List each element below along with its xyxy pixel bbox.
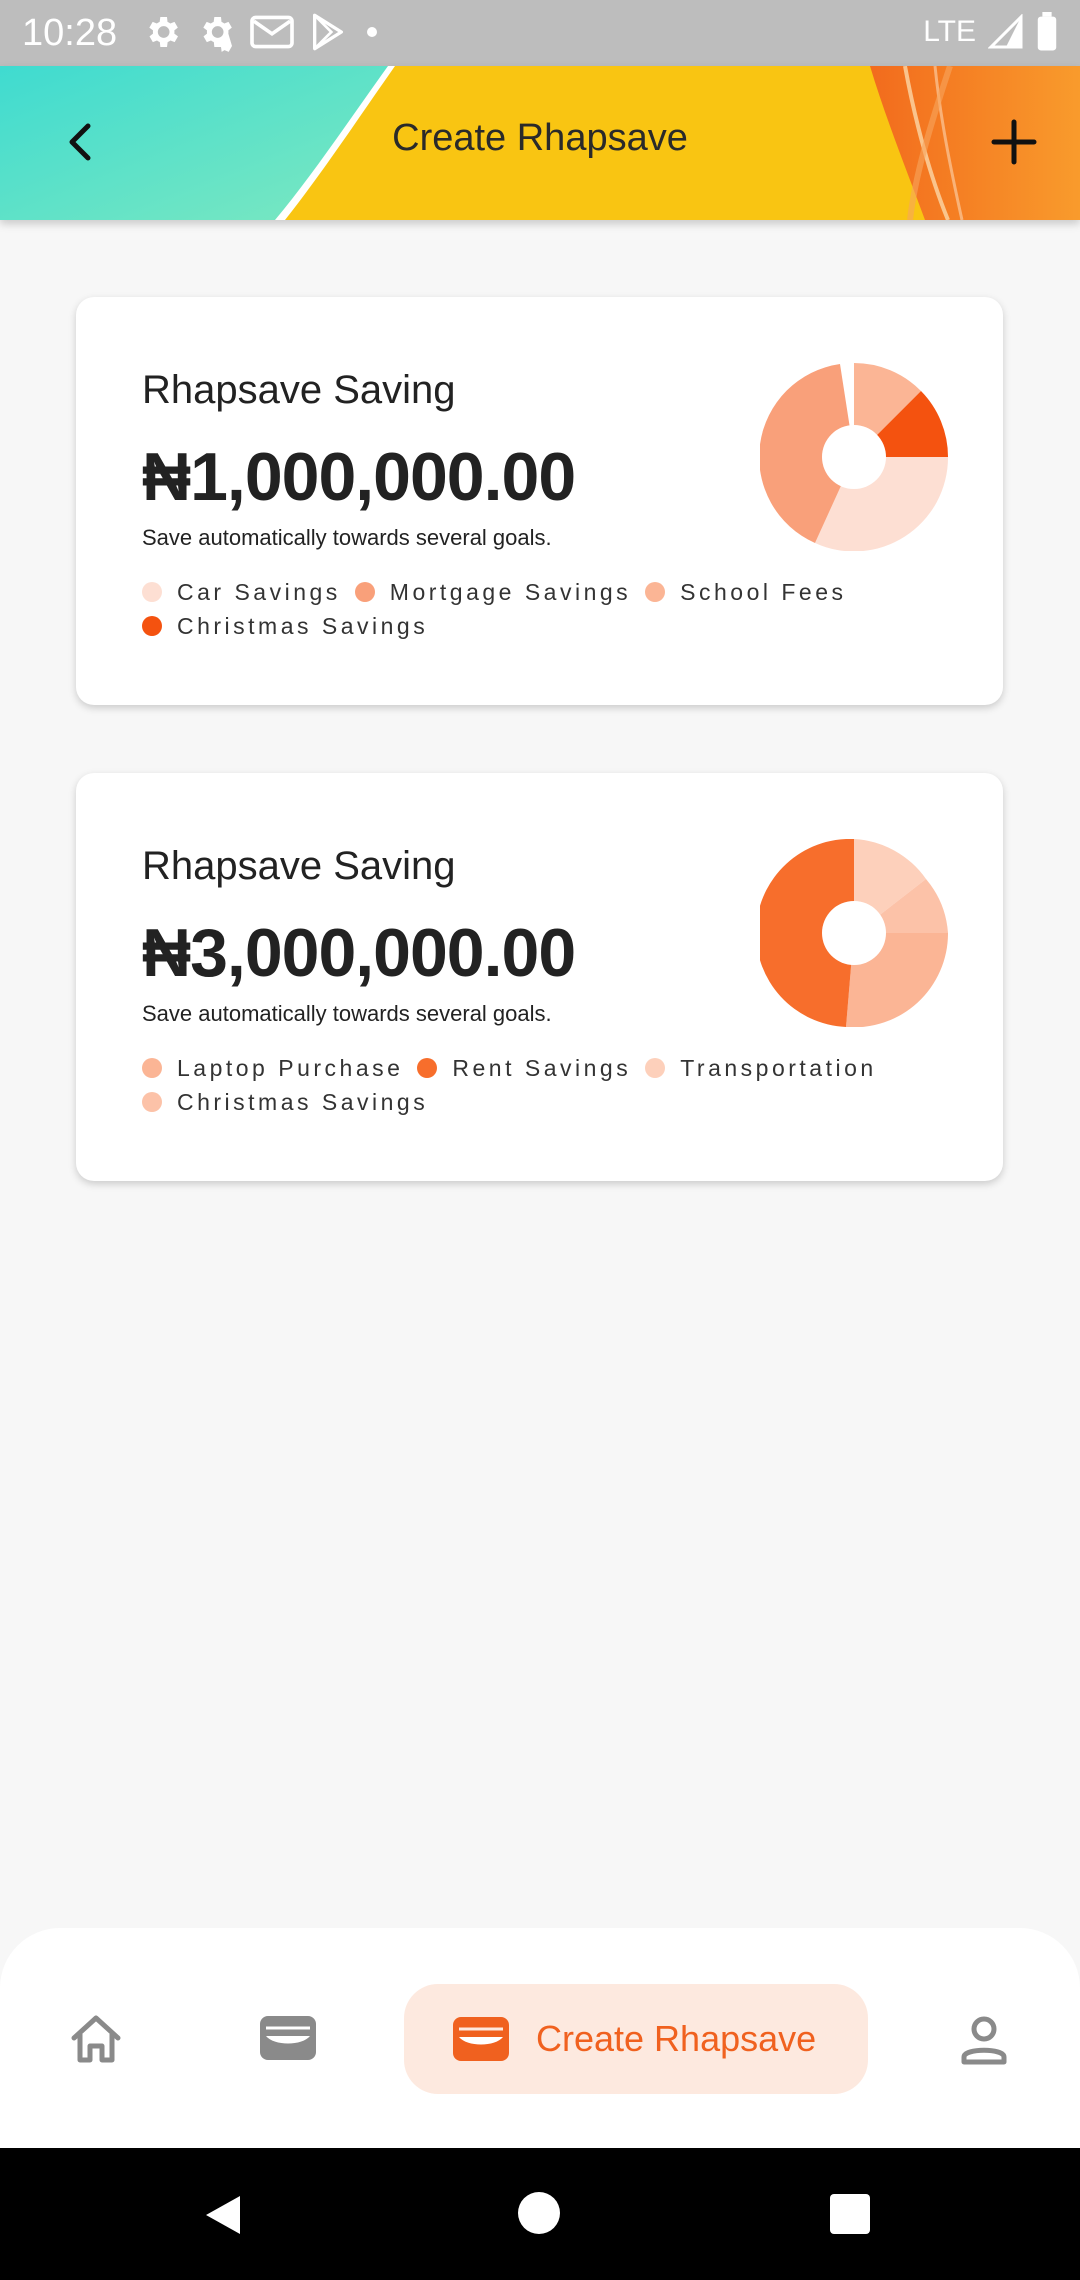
card-title: Rhapsave Saving	[142, 368, 456, 412]
wallet-icon	[453, 2017, 509, 2061]
legend-label: Christmas Savings	[177, 1088, 429, 1115]
savings-card[interactable]: Rhapsave Saving ₦1,000,000.00 Save autom…	[76, 297, 1003, 705]
savings-card[interactable]: Rhapsave Saving ₦3,000,000.00 Save autom…	[76, 773, 1003, 1181]
system-status: LTE	[923, 12, 1058, 52]
home-icon[interactable]	[68, 2010, 124, 2066]
legend-dot	[645, 1058, 666, 1078]
legend-label: Laptop Purchase	[177, 1054, 404, 1081]
signal-icon	[988, 14, 1023, 49]
network-type: LTE	[923, 15, 976, 48]
settings-icon	[149, 17, 178, 47]
add-plus-icon[interactable]	[978, 106, 1050, 178]
app-header: Create Rhapsave	[0, 66, 1080, 220]
wallet-icon[interactable]	[258, 2012, 318, 2064]
savings-donut-chart	[760, 363, 948, 551]
gmail-icon	[250, 15, 294, 49]
page-title: Create Rhapsave	[392, 117, 688, 159]
legend-dot	[142, 616, 162, 636]
legend-label: School Fees	[680, 578, 847, 605]
card-amount: ₦1,000,000.00	[142, 439, 576, 515]
system-recents-icon[interactable]	[830, 2194, 870, 2234]
legend-item: School Fees	[645, 579, 846, 606]
card-description: Save automatically towards several goals…	[142, 1001, 552, 1026]
nav-create-rhapsave[interactable]: Create Rhapsave	[404, 1984, 868, 2094]
savings-donut-chart	[760, 839, 948, 1027]
status-bar: 10:28 LTE	[0, 0, 1080, 66]
bottom-navigation: Create Rhapsave	[0, 1928, 1080, 2148]
legend-dot	[417, 1058, 438, 1078]
notification-icons	[142, 12, 382, 52]
legend-item: Rent Savings	[417, 1055, 631, 1082]
legend-item: Transportation	[645, 1055, 876, 1082]
dot-icon	[367, 27, 377, 37]
legend-label: Transportation	[680, 1054, 877, 1081]
card-description: Save automatically towards several goals…	[142, 525, 552, 550]
nav-active-label: Create Rhapsave	[536, 2018, 817, 2059]
legend-dot	[354, 582, 375, 602]
status-time: 10:28	[22, 12, 118, 54]
legend-label: Mortgage Savings	[389, 578, 632, 605]
settings-icon	[203, 17, 232, 52]
legend-item: Car Savings	[142, 579, 341, 606]
system-back-icon[interactable]	[200, 2192, 246, 2238]
card-amount: ₦3,000,000.00	[142, 915, 576, 991]
legend-dot	[142, 582, 162, 602]
legend-label: Christmas Savings	[177, 612, 429, 639]
system-navigation-bar	[0, 2148, 1080, 2280]
legend-label: Rent Savings	[452, 1054, 632, 1081]
legend-item: Christmas Savings	[142, 613, 428, 640]
profile-icon[interactable]	[956, 2012, 1012, 2068]
legend-label: Car Savings	[177, 578, 341, 605]
legend-item: Laptop Purchase	[142, 1055, 403, 1082]
play-store-icon	[313, 13, 343, 51]
goals-legend: Laptop Purchase Rent Savings Transportat…	[142, 1051, 962, 1119]
legend-item: Mortgage Savings	[354, 578, 632, 606]
goals-legend: Car Savings Mortgage Savings School Fees…	[142, 575, 962, 643]
legend-dot	[142, 1058, 162, 1078]
legend-dot	[142, 1092, 162, 1112]
legend-dot	[645, 582, 666, 602]
battery-icon	[1037, 12, 1057, 51]
system-home-icon[interactable]	[518, 2192, 560, 2234]
card-title: Rhapsave Saving	[142, 844, 456, 888]
legend-item: Christmas Savings	[142, 1089, 428, 1116]
